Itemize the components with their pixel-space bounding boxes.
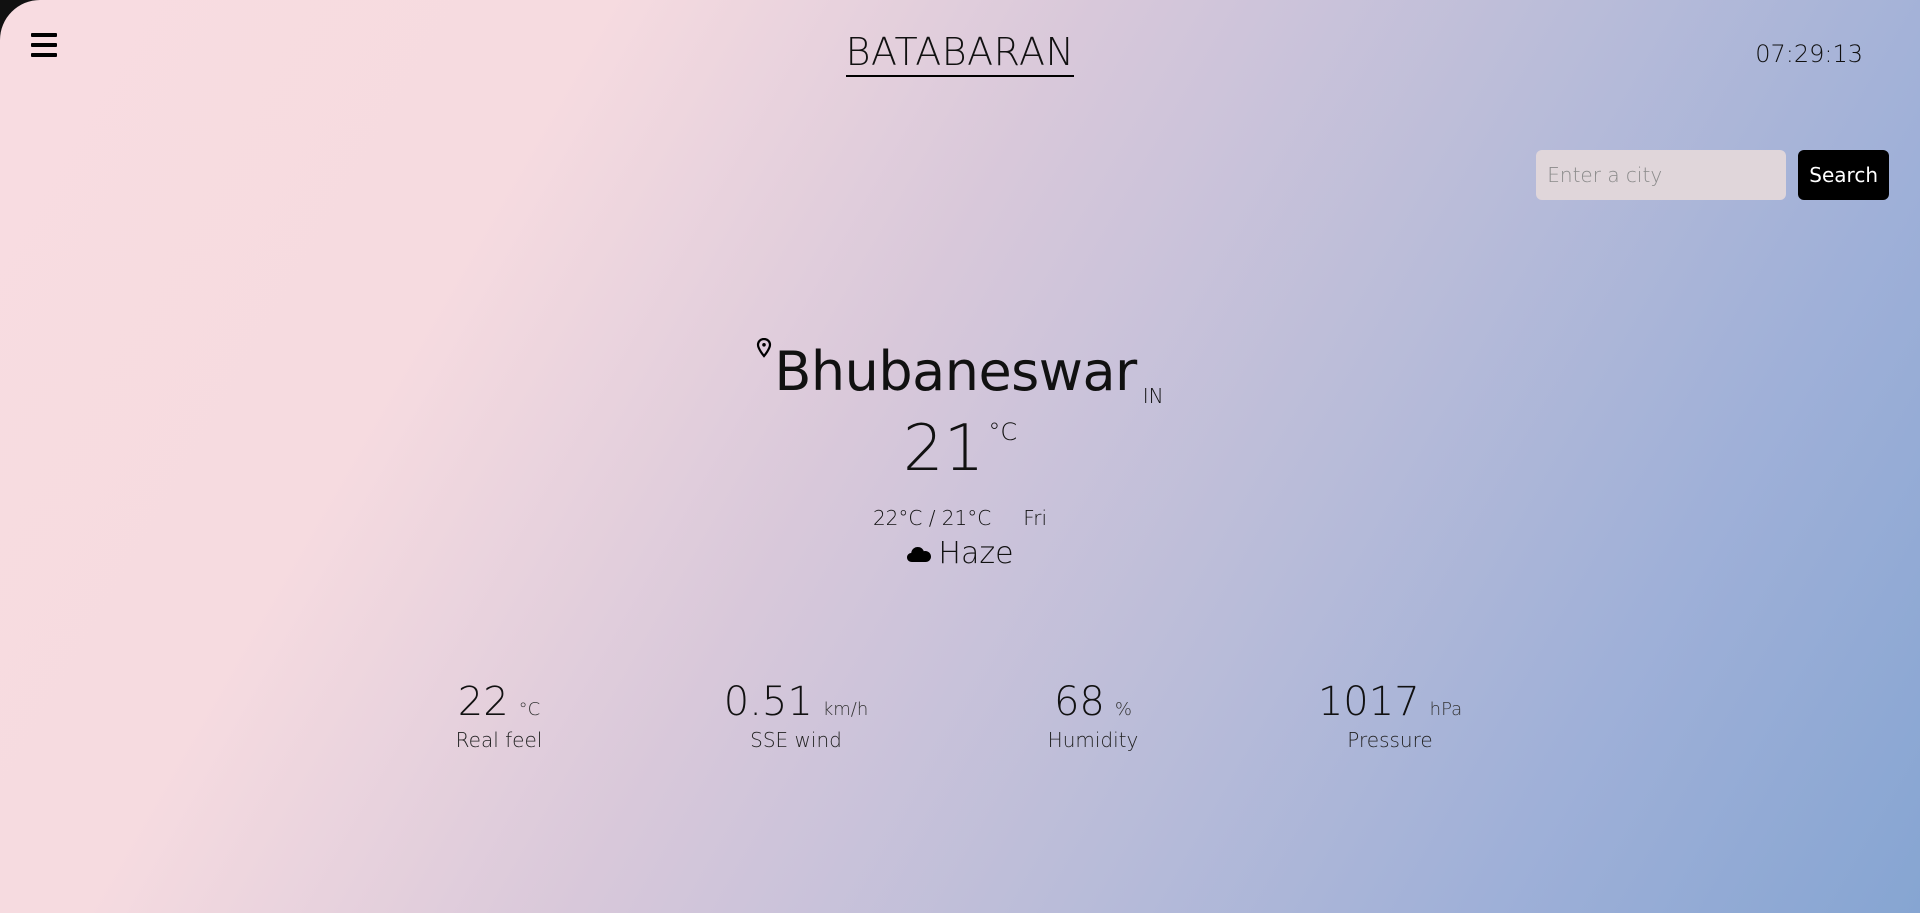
city-name: Bhubaneswar — [774, 340, 1137, 403]
stat-pressure: 1017 hPa Pressure — [1270, 672, 1510, 752]
city-search-input[interactable] — [1536, 150, 1787, 200]
search-button[interactable]: Search — [1798, 150, 1889, 200]
stat-unit: °C — [518, 699, 541, 720]
search-bar: Search — [1536, 150, 1889, 200]
condition: Haze — [906, 536, 1014, 571]
minmax-row: 22°C / 21°C Fri — [0, 506, 1920, 530]
cloud-icon — [907, 546, 932, 562]
stat-label: SSE wind — [750, 728, 842, 752]
weather-app: BATABARAN 07:29:13 Search Bhubaneswar IN… — [0, 0, 1920, 913]
country-code: IN — [1142, 384, 1164, 408]
temperature: 21 °C — [903, 412, 1017, 486]
stat-unit: hPa — [1429, 699, 1463, 720]
stat-unit: km/h — [822, 699, 869, 720]
stat-value: 68 — [1053, 679, 1105, 725]
stat-real-feel: 22 °C Real feel — [379, 672, 619, 752]
temperature-unit: °C — [988, 418, 1018, 446]
temperature-value: 21 — [902, 412, 985, 486]
brand-header: BATABARAN — [0, 30, 1920, 77]
minmax-temperature: 22°C / 21°C — [872, 506, 992, 530]
location-pin-icon — [757, 338, 772, 358]
stat-value: 22 — [457, 679, 509, 725]
stat-label: Humidity — [1047, 728, 1139, 752]
stat-humidity: 68 % Humidity — [973, 672, 1213, 752]
stat-label: Pressure — [1347, 728, 1433, 752]
stat-value: 0.51 — [723, 679, 813, 725]
brand-title[interactable]: BATABARAN — [845, 30, 1075, 77]
stat-label: Real feel — [455, 728, 543, 752]
clock: 07:29:13 — [1755, 40, 1863, 68]
stat-unit: % — [1114, 699, 1132, 720]
condition-text: Haze — [938, 536, 1014, 571]
current-weather: Bhubaneswar IN 21 °C 22°C / 21°C Fri Haz… — [0, 330, 1920, 571]
stat-value: 1017 — [1317, 679, 1420, 725]
location: Bhubaneswar IN — [756, 330, 1164, 414]
weekday: Fri — [1023, 506, 1048, 530]
stat-wind: 0.51 km/h SSE wind — [676, 672, 916, 752]
